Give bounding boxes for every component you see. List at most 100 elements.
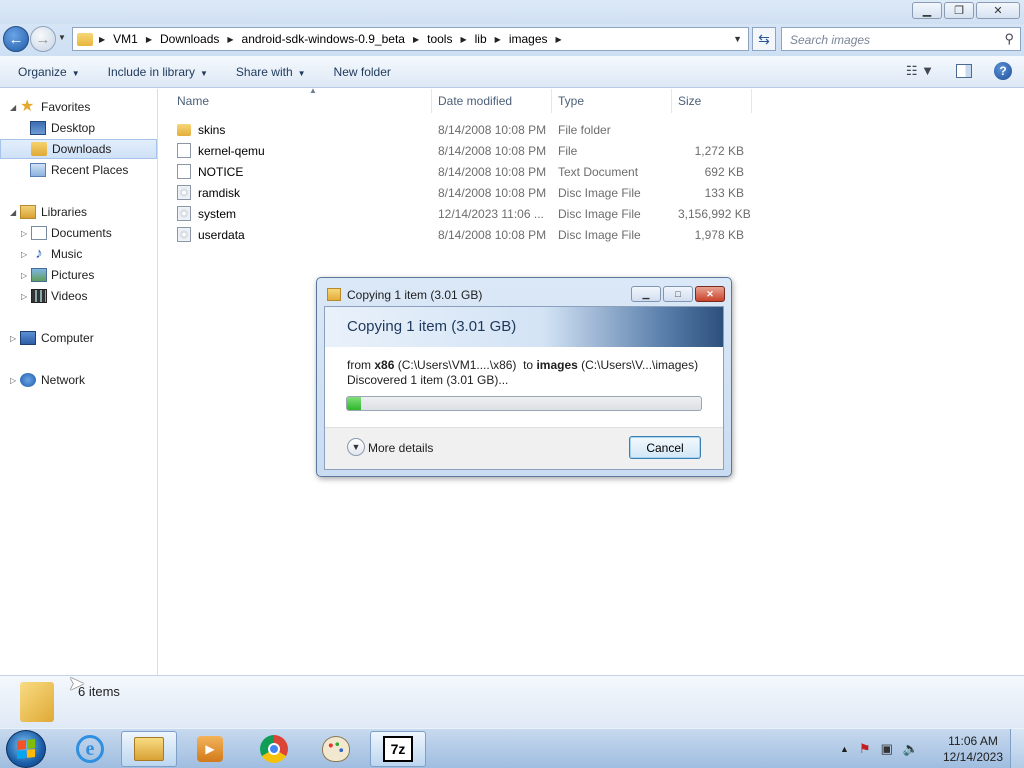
share-with-label: Share with (235, 64, 293, 79)
network-globe-icon (20, 373, 36, 387)
chevron-right-icon[interactable]: ▶ (227, 35, 233, 44)
show-desktop-button[interactable] (1010, 729, 1024, 768)
taskbar-paint[interactable] (308, 731, 364, 767)
taskbar-chrome[interactable] (246, 731, 302, 767)
refresh-icon: ⇆ (758, 30, 770, 47)
change-view-icon[interactable]: ☷ ▼ (906, 63, 934, 79)
taskbar-windows-explorer[interactable] (121, 731, 177, 767)
start-button[interactable] (6, 730, 46, 768)
breadcrumb-tools[interactable]: tools (427, 32, 452, 46)
taskbar-internet-explorer[interactable]: e (62, 731, 118, 767)
breadcrumb-android-sdk[interactable]: android-sdk-windows-0.9_beta (242, 32, 405, 46)
navigation-bar: ← → ▼ ▶ VM1 ▶ Downloads ▶ android-sdk-wi… (0, 24, 1024, 56)
minimize-button[interactable]: ▁ (912, 2, 942, 19)
nav-music[interactable]: ▷ ♪ Music (0, 244, 157, 264)
nav-documents[interactable]: ▷ Documents (0, 223, 157, 243)
destination-folder-link[interactable]: images (536, 358, 577, 372)
chevron-right-icon[interactable]: ▶ (413, 35, 419, 44)
refresh-button[interactable]: ⇆ (752, 27, 776, 51)
taskbar-7-zip[interactable]: 7z (370, 731, 426, 767)
file-row-kernel-qemu[interactable]: kernel-qemu 8/14/2008 10:08 PM File 1,27… (171, 140, 751, 161)
copy-progress-dialog: Copying 1 item (3.01 GB) ▁ □ ✕ Copying 1… (316, 277, 732, 477)
collapsed-arrow-icon[interactable]: ▷ (21, 229, 27, 238)
column-header-type[interactable]: Type (552, 89, 672, 113)
breadcrumb-images[interactable]: images (509, 32, 548, 46)
include-in-library-button[interactable]: Include in library ▼ (98, 65, 218, 79)
expanded-arrow-icon[interactable]: ◢ (10, 103, 16, 112)
chevron-right-icon[interactable]: ▶ (556, 35, 562, 44)
column-header-name[interactable]: Name ▲ (171, 86, 432, 113)
nav-favorites-label: Favorites (41, 100, 91, 114)
file-row-userdata[interactable]: userdata 8/14/2008 10:08 PM Disc Image F… (171, 224, 751, 245)
recent-pages-dropdown[interactable]: ▼ (58, 33, 66, 42)
column-header-date[interactable]: Date modified (432, 89, 552, 113)
more-details-toggle[interactable]: More details (368, 441, 433, 455)
organize-button[interactable]: Organize ▼ (8, 65, 90, 79)
search-input[interactable]: Search images ⚲ (781, 27, 1021, 51)
file-row-skins[interactable]: skins 8/14/2008 10:08 PM File folder (171, 119, 751, 140)
file-row-system[interactable]: system 12/14/2023 11:06 ... Disc Image F… (171, 203, 751, 224)
breadcrumb-lib[interactable]: lib (475, 32, 487, 46)
nav-downloads-label: Downloads (52, 142, 112, 156)
nav-downloads[interactable]: Downloads (0, 139, 157, 159)
cancel-button[interactable]: Cancel (629, 436, 701, 459)
search-icon[interactable]: ⚲ (1004, 31, 1014, 47)
taskbar-media-player[interactable]: ▶ (182, 731, 238, 767)
file-row-notice[interactable]: NOTICE 8/14/2008 10:08 PM Text Document … (171, 161, 751, 182)
nav-network[interactable]: ▷ Network (0, 370, 157, 390)
nav-music-label: Music (51, 247, 83, 261)
nav-videos-label: Videos (51, 289, 88, 303)
source-folder-link[interactable]: x86 (374, 358, 394, 372)
close-button[interactable]: ✕ (976, 2, 1020, 19)
nav-libraries[interactable]: ◢ Libraries (0, 202, 157, 222)
preview-pane-icon[interactable] (956, 64, 972, 78)
forward-arrow-icon: → (35, 30, 51, 48)
help-icon[interactable]: ? (994, 62, 1012, 80)
organize-label: Organize (18, 64, 67, 79)
chevron-right-icon[interactable]: ▶ (99, 35, 105, 44)
dialog-maximize-button[interactable]: □ (663, 286, 693, 302)
libraries-icon (20, 205, 36, 219)
back-button[interactable]: ← (3, 26, 29, 52)
chevron-right-icon[interactable]: ▶ (460, 35, 466, 44)
chevron-right-icon[interactable]: ▶ (495, 35, 501, 44)
address-bar[interactable]: ▶ VM1 ▶ Downloads ▶ android-sdk-windows-… (72, 27, 749, 51)
destination-path: (C:\Users\V...\images) (581, 358, 699, 372)
nav-pictures[interactable]: ▷ Pictures (0, 265, 157, 285)
source-path: (C:\Users\VM1....\x86) (397, 358, 517, 372)
nav-favorites[interactable]: ◢ ★ Favorites (0, 97, 157, 117)
action-center-flag-icon[interactable]: ⚑ (859, 741, 871, 757)
share-with-button[interactable]: Share with ▼ (226, 65, 316, 79)
chevron-down-icon[interactable]: ▼ (347, 438, 365, 456)
system-clock[interactable]: 11:06 AM 12/14/2023 (940, 733, 1006, 765)
dialog-minimize-button[interactable]: ▁ (631, 286, 661, 302)
nav-recent-places[interactable]: Recent Places (0, 160, 157, 180)
volume-muted-icon[interactable]: 🔈 (903, 741, 919, 757)
dialog-body: Copying 1 item (3.01 GB) from x86 (C:\Us… (324, 306, 724, 470)
nav-computer[interactable]: ▷ Computer (0, 328, 157, 348)
column-header-size[interactable]: Size (672, 89, 752, 113)
new-folder-button[interactable]: New folder (324, 65, 401, 79)
nav-videos[interactable]: ▷ Videos (0, 286, 157, 306)
collapsed-arrow-icon[interactable]: ▷ (21, 271, 27, 280)
chevron-right-icon[interactable]: ▶ (146, 35, 152, 44)
collapsed-arrow-icon[interactable]: ▷ (21, 292, 27, 301)
breadcrumb-downloads[interactable]: Downloads (160, 32, 219, 46)
dialog-close-button[interactable]: ✕ (695, 286, 725, 302)
collapsed-arrow-icon[interactable]: ▷ (10, 376, 16, 385)
maximize-button[interactable]: ❐ (944, 2, 974, 19)
forward-button[interactable]: → (30, 26, 56, 52)
show-hidden-icons-button[interactable]: ▲ (840, 744, 849, 754)
file-type: Disc Image File (558, 207, 641, 221)
downloads-folder-icon (31, 142, 47, 156)
collapsed-arrow-icon[interactable]: ▷ (21, 250, 27, 259)
file-row-ramdisk[interactable]: ramdisk 8/14/2008 10:08 PM Disc Image Fi… (171, 182, 751, 203)
address-history-dropdown[interactable]: ▼ (733, 34, 742, 44)
network-icon[interactable]: ▣ (881, 741, 893, 757)
breadcrumb-vm1[interactable]: VM1 (113, 32, 138, 46)
copy-progress-bar (346, 396, 702, 411)
expanded-arrow-icon[interactable]: ◢ (10, 208, 16, 217)
restore-icon: ❐ (954, 5, 964, 17)
nav-desktop[interactable]: Desktop (0, 118, 157, 138)
collapsed-arrow-icon[interactable]: ▷ (10, 334, 16, 343)
